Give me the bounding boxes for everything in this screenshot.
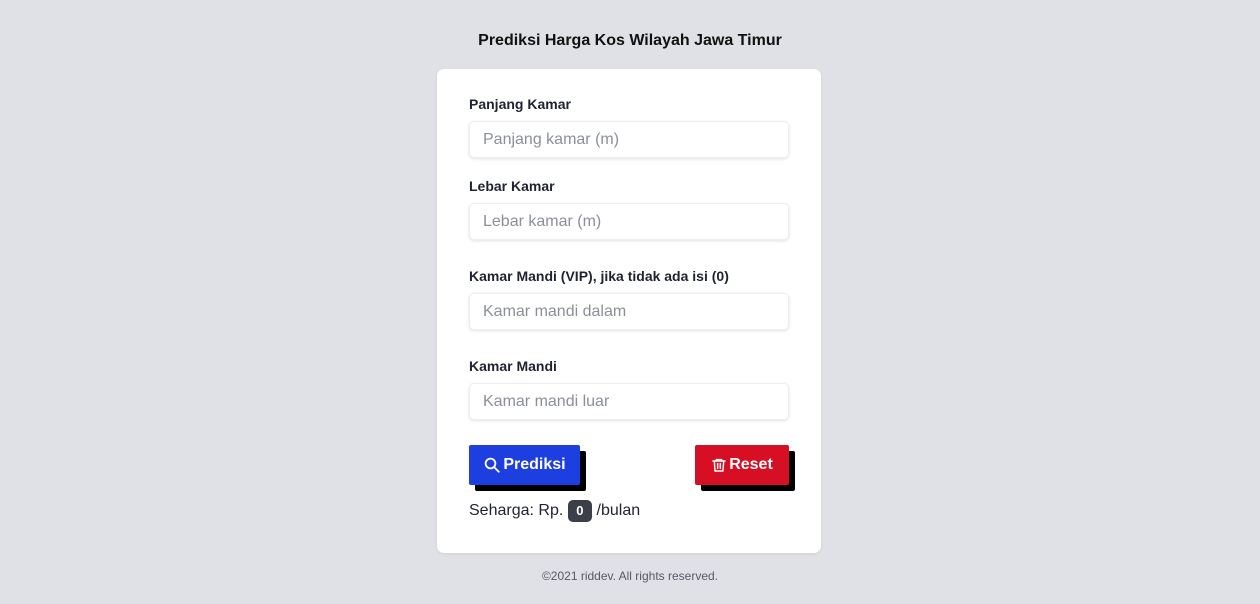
lebar-kamar-input[interactable]: [469, 203, 789, 240]
reset-button-label: Reset: [729, 456, 773, 473]
footer-copyright: ©2021 riddev. All rights reserved.: [541, 569, 719, 583]
lebar-kamar-label: Lebar Kamar: [469, 178, 555, 194]
result-suffix: /bulan: [596, 502, 641, 519]
kamar-mandi-dalam-input[interactable]: [469, 293, 789, 330]
prediction-form-card: Panjang Kamar Lebar Kamar Kamar Mandi (V…: [437, 69, 821, 553]
reset-button[interactable]: Reset: [695, 445, 789, 485]
panjang-kamar-input[interactable]: [469, 121, 789, 158]
predict-button-wrapper: Prediksi: [469, 445, 586, 491]
trash-icon: [711, 456, 729, 474]
reset-button-wrapper: Reset: [695, 445, 795, 491]
search-icon: [483, 456, 503, 474]
kamar-mandi-label: Kamar Mandi: [469, 358, 557, 374]
kamar-mandi-luar-input[interactable]: [469, 383, 789, 420]
predict-button[interactable]: Prediksi: [469, 445, 580, 485]
page: Prediksi Harga Kos Wilayah Jawa Timur Pa…: [0, 0, 1260, 604]
kamar-mandi-vip-label: Kamar Mandi (VIP), jika tidak ada isi (0…: [469, 268, 729, 284]
page-title: Prediksi Harga Kos Wilayah Jawa Timur: [478, 32, 782, 49]
panjang-kamar-label: Panjang Kamar: [469, 96, 571, 112]
result-value-badge: 0: [568, 500, 592, 522]
prediction-result: Seharga: Rp. 0 /bulan: [469, 499, 640, 523]
predict-button-label: Prediksi: [503, 456, 566, 473]
result-prefix: Seharga: Rp.: [469, 502, 564, 519]
